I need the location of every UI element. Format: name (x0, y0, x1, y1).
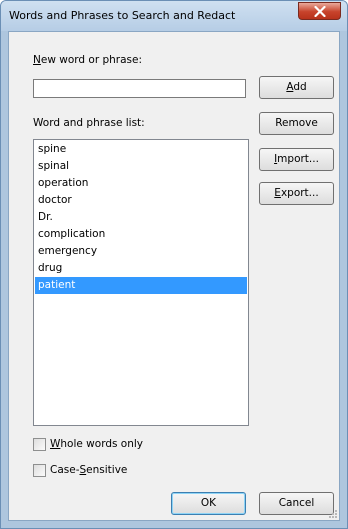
export-button[interactable]: Export... (259, 182, 334, 205)
resize-grip-icon[interactable] (328, 509, 338, 519)
list-item[interactable]: spinal (35, 158, 247, 175)
list-item[interactable]: Dr. (35, 209, 247, 226)
title-bar[interactable]: Words and Phrases to Search and Redact (1, 1, 347, 31)
window-title: Words and Phrases to Search and Redact (9, 9, 236, 22)
dialog-client-area: New word or phrase: Add Word and phrase … (8, 31, 340, 521)
list-item[interactable]: complication (35, 226, 247, 243)
new-word-label: New word or phrase: (33, 54, 143, 66)
add-button[interactable]: Add (259, 76, 334, 99)
list-item-selected[interactable]: patient (35, 277, 247, 294)
word-phrase-list[interactable]: spine spinal operation doctor Dr. compli… (33, 139, 249, 426)
whole-words-label[interactable]: Whole words only (50, 438, 143, 451)
case-sensitive-checkbox[interactable] (33, 464, 46, 477)
list-item[interactable]: spine (35, 141, 247, 158)
ok-button[interactable]: OK (171, 492, 246, 515)
new-word-input[interactable] (33, 79, 246, 98)
dialog-window: Words and Phrases to Search and Redact N… (0, 0, 348, 529)
whole-words-checkbox[interactable] (33, 438, 46, 451)
close-button[interactable] (298, 2, 341, 20)
import-button[interactable]: Import... (259, 148, 334, 171)
list-item[interactable]: emergency (35, 243, 247, 260)
list-item[interactable]: doctor (35, 192, 247, 209)
cancel-button[interactable]: Cancel (259, 492, 334, 515)
case-sensitive-label[interactable]: Case-Sensitive (50, 464, 127, 477)
word-list-label: Word and phrase list: (33, 117, 145, 129)
list-item[interactable]: operation (35, 175, 247, 192)
list-item[interactable]: drug (35, 260, 247, 277)
close-icon (314, 6, 326, 17)
remove-button[interactable]: Remove (259, 112, 334, 135)
